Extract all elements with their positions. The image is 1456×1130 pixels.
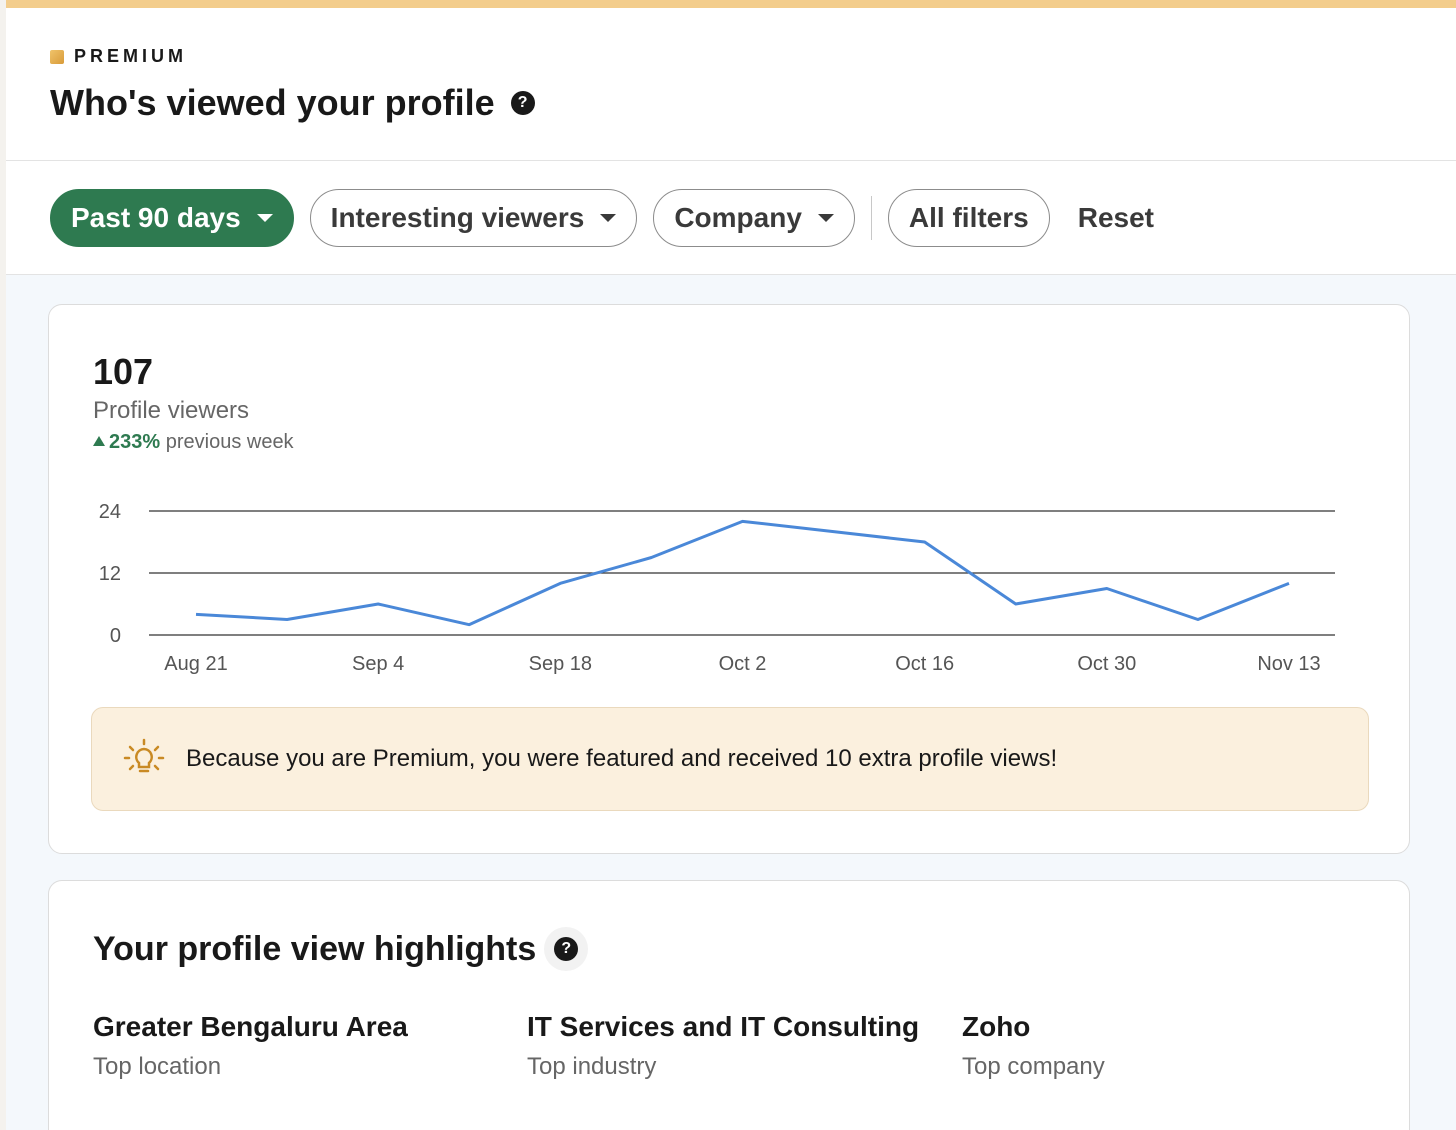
y-tick-label: 24 — [99, 501, 121, 523]
y-tick-label: 12 — [99, 563, 121, 585]
highlights-card: Your profile view highlights ? Greater B… — [48, 880, 1410, 1130]
highlights-title: Your profile view highlights ? — [93, 927, 589, 971]
highlights-help-button[interactable]: ? — [544, 927, 589, 971]
all-filters-label: All filters — [908, 201, 1029, 233]
filter-divider — [870, 195, 872, 240]
viewer-count-label: Profile viewers — [93, 397, 250, 424]
page-title-text: Who's viewed your profile — [50, 82, 495, 123]
x-tick-label: Oct 16 — [895, 653, 954, 675]
highlight-value: Greater Bengaluru Area — [93, 1011, 408, 1042]
page-title: Who's viewed your profile ? — [50, 82, 535, 124]
highlight-label: Top industry — [527, 1053, 657, 1080]
help-icon: ? — [554, 937, 579, 961]
page-header: PREMIUM Who's viewed your profile ? — [6, 8, 1456, 161]
interesting-viewers-label: Interesting viewers — [330, 201, 585, 233]
highlight-industry: IT Services and IT Consulting Top indust… — [527, 1011, 919, 1081]
highlight-company: Zoho Top company — [962, 1011, 1105, 1081]
trend-percent: 233% — [109, 431, 161, 453]
y-tick-label: 0 — [110, 625, 121, 647]
chevron-down-icon — [817, 213, 834, 222]
premium-brand: PREMIUM — [50, 46, 187, 67]
date-range-filter[interactable]: Past 90 days — [50, 188, 294, 247]
x-tick-label: Sep 18 — [529, 653, 592, 675]
viewer-count: 107 — [93, 351, 154, 392]
company-label: Company — [674, 201, 802, 233]
premium-logo-icon — [50, 49, 64, 64]
premium-notice: Because you are Premium, you were featur… — [91, 707, 1369, 811]
all-filters-button[interactable]: All filters — [887, 188, 1050, 247]
x-tick-label: Nov 13 — [1257, 653, 1320, 675]
date-range-label: Past 90 days — [71, 201, 241, 233]
premium-label: PREMIUM — [74, 46, 187, 66]
highlight-value: IT Services and IT Consulting — [527, 1011, 920, 1042]
x-tick-label: Aug 21 — [164, 653, 227, 675]
help-icon[interactable]: ? — [510, 91, 535, 115]
page-frame: PREMIUM Who's viewed your profile ? Past… — [6, 0, 1456, 1130]
trend-up-icon — [93, 436, 105, 446]
x-tick-label: Oct 30 — [1077, 653, 1136, 675]
x-tick-label: Oct 2 — [719, 653, 767, 675]
filter-bar: Past 90 days Interesting viewers Company… — [6, 161, 1456, 275]
chevron-down-icon — [600, 213, 617, 222]
x-tick-label: Sep 4 — [352, 653, 404, 675]
reset-button[interactable]: Reset — [1078, 202, 1154, 234]
trend-text: previous week — [165, 431, 294, 453]
premium-notice-text: Because you are Premium, you were featur… — [186, 745, 1058, 772]
lightbulb-icon — [123, 738, 165, 773]
profile-viewers-card: 107 Profile viewers 233% previous week 0… — [48, 304, 1410, 854]
viewers-line-chart: 0 12 24 Aug 21 Sep 4 Sep 18 Oct 2 Oct 16 Oct 30… — [99, 501, 1335, 675]
interesting-viewers-filter[interactable]: Interesting viewers — [309, 188, 638, 247]
highlights-title-text: Your profile view highlights — [93, 929, 537, 968]
highlight-location: Greater Bengaluru Area Top location — [93, 1011, 408, 1081]
chevron-down-icon — [256, 213, 273, 222]
highlight-label: Top company — [962, 1053, 1105, 1080]
highlight-label: Top location — [93, 1053, 222, 1080]
viewer-trend: 233% previous week — [93, 431, 294, 454]
company-filter[interactable]: Company — [653, 188, 855, 247]
highlight-value: Zoho — [962, 1011, 1031, 1042]
